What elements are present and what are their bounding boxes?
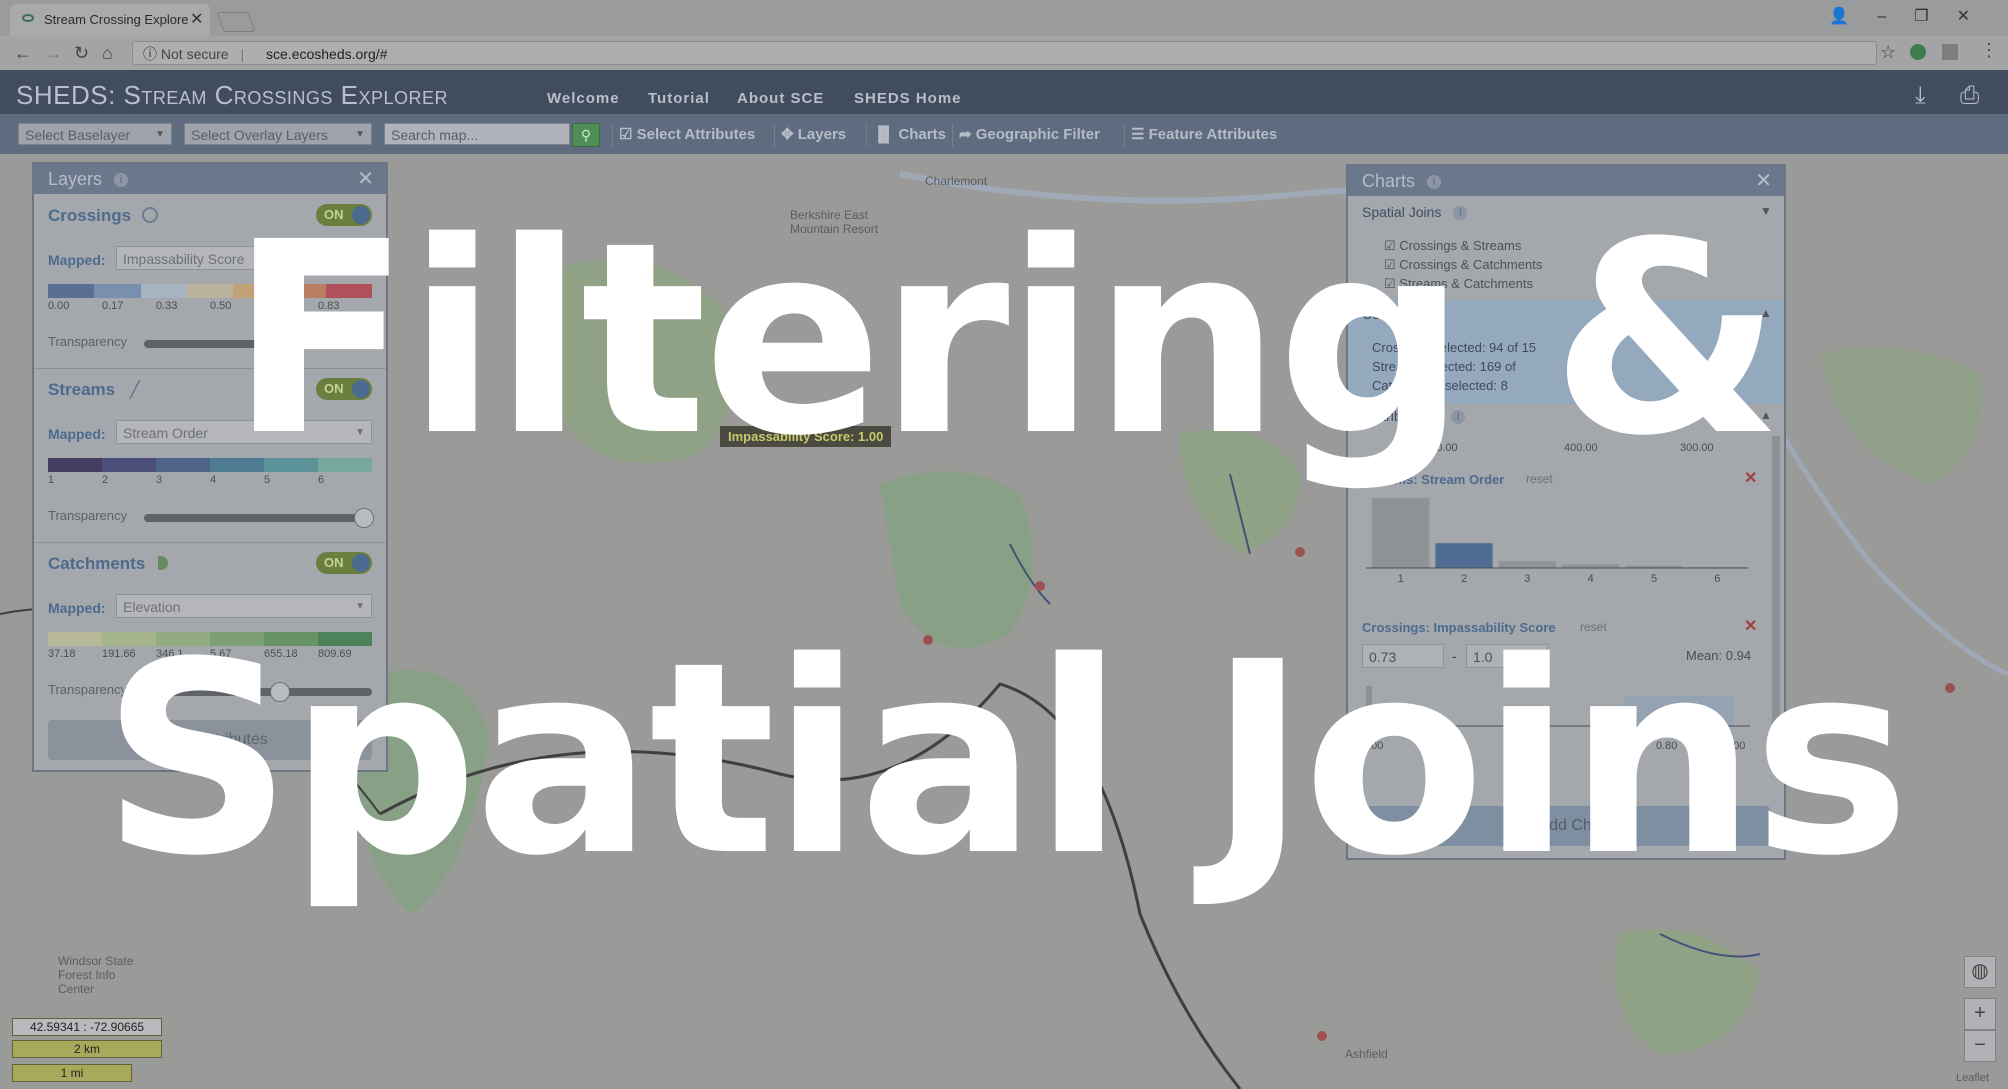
window-controls[interactable]: 👤–❐✕ <box>1829 6 1998 26</box>
search-map-input[interactable]: Search map... <box>384 123 570 145</box>
forward-arrow-icon[interactable]: → <box>44 43 62 64</box>
not-secure-label: Not secure <box>160 46 229 62</box>
zoom-out-button[interactable]: − <box>1964 1030 1996 1062</box>
back-arrow-icon[interactable]: ← <box>14 43 32 64</box>
site-favicon-icon <box>22 14 34 22</box>
info-icon[interactable]: i <box>114 173 129 188</box>
histogram-tick-label: 6 <box>1714 573 1720 585</box>
bar-chart-icon: ▐▌ <box>873 126 899 143</box>
transparency-label: Transparency <box>48 508 127 523</box>
url-text: sce.ecosheds.org/# <box>266 46 388 62</box>
layers-button[interactable]: ✥ Layers <box>774 123 852 147</box>
streams-transparency-slider[interactable] <box>144 514 372 522</box>
zoom-in-button[interactable]: + <box>1964 998 1996 1030</box>
histogram-tick-label: 2 <box>1461 573 1467 585</box>
place-label: Ashfield <box>1345 1047 1388 1061</box>
minimize-icon[interactable]: – <box>1877 8 1914 25</box>
browser-menu-icon[interactable]: ⋮ <box>1980 40 1998 61</box>
tab-close-icon[interactable]: ✕ <box>190 9 203 29</box>
catchments-layer-name: Catchments <box>48 554 146 573</box>
search-icon[interactable]: ⚲ <box>572 123 600 147</box>
crossing-point[interactable] <box>1317 1031 1327 1041</box>
coordinates-readout: 42.59341 : -72.90665 <box>12 1018 162 1036</box>
url-separator: | <box>240 46 245 62</box>
leaflet-attribution[interactable]: Leaflet <box>1956 1072 1989 1084</box>
app-title: SHEDS: Stream Crossings Explorer <box>16 80 448 110</box>
new-tab-button[interactable] <box>216 12 256 32</box>
overlay-title-line-2: Spatial Joins <box>101 606 1911 914</box>
baselayer-select[interactable]: Select Baselayer ▼ <box>18 123 172 145</box>
crossing-point[interactable] <box>1295 547 1305 557</box>
layers-panel-title: Layers <box>48 169 103 189</box>
nav-welcome[interactable]: Welcome <box>547 90 620 107</box>
select-attributes-button[interactable]: ☑ Select Attributes <box>612 123 761 147</box>
download-icon[interactable]: ⤓ <box>1915 82 1926 110</box>
geographic-filter-button[interactable]: ➦ Geographic Filter <box>952 123 1106 147</box>
extension-icon[interactable] <box>1942 44 1958 60</box>
scale-mi: 1 mi <box>12 1064 132 1082</box>
crossing-point[interactable] <box>1035 581 1045 591</box>
nav-about[interactable]: About SCE <box>737 90 824 107</box>
checkbox-icon: ☑ <box>619 126 637 143</box>
scale-km: 2 km <box>12 1040 162 1058</box>
reload-icon[interactable]: ↻ <box>74 43 89 64</box>
polygon-symbol-icon <box>158 556 168 570</box>
move-icon: ✥ <box>781 126 798 143</box>
nav-sheds-home[interactable]: SHEDS Home <box>854 90 962 107</box>
print-icon[interactable]: ⎙ <box>1960 82 1979 110</box>
close-window-icon[interactable]: ✕ <box>1957 8 1998 25</box>
browser-tab-strip <box>0 0 2008 36</box>
globe-icon[interactable]: ◍ <box>1964 956 1996 988</box>
chevron-down-icon: ▼ <box>155 129 165 140</box>
histogram-bar[interactable] <box>1435 543 1493 568</box>
url-field[interactable]: ⓘ Not secure | sce.ecosheds.org/# <box>132 41 1877 65</box>
slider-handle[interactable] <box>354 508 374 528</box>
stream-order-histogram[interactable]: 1 2 3 4 5 6 <box>1362 492 1752 588</box>
browser-tab[interactable]: Stream Crossing Explore <box>10 4 210 36</box>
home-icon[interactable]: ⌂ <box>102 43 113 64</box>
histogram-tick-label: 5 <box>1651 573 1657 585</box>
overlay-select[interactable]: Select Overlay Layers ▼ <box>184 123 372 145</box>
chevron-down-icon: ▼ <box>355 129 365 140</box>
maximize-icon[interactable]: ❐ <box>1914 8 1956 25</box>
histogram-bar[interactable] <box>1562 564 1620 568</box>
tab-title: Stream Crossing Explore <box>44 12 189 27</box>
nav-tutorial[interactable]: Tutorial <box>648 90 710 107</box>
histogram-tick-label: 1 <box>1398 573 1404 585</box>
list-icon: ☰ <box>1131 126 1149 143</box>
bookmark-star-icon[interactable]: ☆ <box>1880 42 1896 63</box>
share-arrow-icon: ➦ <box>959 126 976 143</box>
histogram-bar[interactable] <box>1498 561 1556 568</box>
histogram-tick-label: 3 <box>1524 573 1530 585</box>
histogram-bar[interactable] <box>1372 498 1430 568</box>
extension-check-icon[interactable] <box>1910 44 1926 60</box>
overlay-title-line-1: Filtering & <box>229 186 1782 494</box>
profile-icon[interactable]: 👤 <box>1829 8 1877 25</box>
catchment-area <box>1615 929 1760 1054</box>
feature-attributes-button[interactable]: ☰ Feature Attributes <box>1124 123 1283 147</box>
histogram-tick-label: 4 <box>1588 573 1594 585</box>
place-label: Windsor State Forest Info Center <box>58 954 134 996</box>
info-icon: ⓘ <box>143 46 157 62</box>
charts-button[interactable]: ▐▌ Charts <box>866 123 952 147</box>
catchments-toggle[interactable]: ON <box>316 552 372 574</box>
